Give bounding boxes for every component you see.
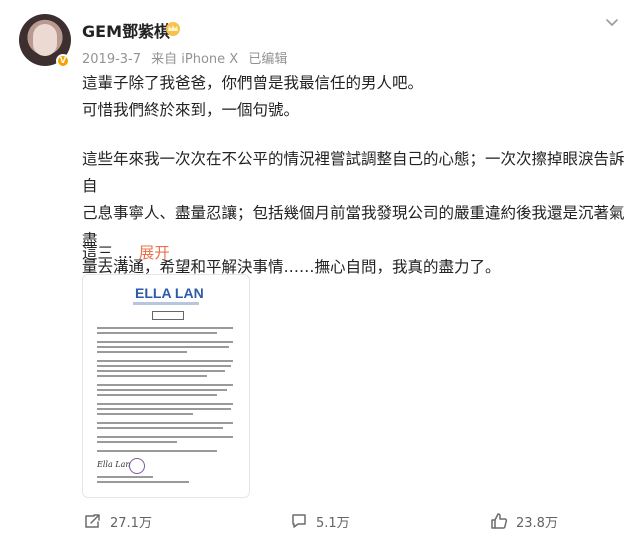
document-text-line: [97, 476, 153, 478]
document-text-line: [97, 389, 227, 391]
post-paragraph-3: 這三 ... 展开: [82, 240, 627, 267]
post-line: 可惜我們終於來到，一個句號。: [82, 101, 300, 119]
comment-icon: [292, 514, 306, 528]
document-text-line: [97, 327, 233, 329]
verified-badge-icon: V: [56, 54, 70, 68]
comment-count: 5.1万: [316, 515, 350, 531]
document-text-line: [97, 413, 193, 415]
post-date[interactable]: 2019-3-7: [82, 52, 141, 67]
document-text-line: [97, 351, 187, 353]
document-seal: [129, 458, 145, 474]
document-text-line: [97, 365, 231, 367]
document-text-line: [97, 422, 233, 424]
document-logo-subtitle: [133, 302, 199, 305]
document-text-line: [97, 436, 233, 438]
document-text-line: [97, 481, 189, 483]
post-source: 来自 iPhone X: [151, 52, 239, 67]
document-text-line: [97, 341, 233, 343]
document-text-line: [97, 384, 233, 386]
post-line: 這些年來我一次次在不公平的情況裡嘗試調整自己的心態；一次次擦掉眼淚告訴自: [82, 150, 625, 195]
document-text-line: [97, 332, 217, 334]
post-meta: 2019-3-7 来自 iPhone X 已编辑: [82, 48, 293, 67]
like-count: 23.8万: [516, 515, 558, 531]
post-edited[interactable]: 已编辑: [248, 52, 287, 67]
thumb-up-icon: [491, 513, 508, 529]
post-image-document[interactable]: ELLA LAN Ella Lan: [82, 274, 250, 498]
document-text-line: [97, 408, 231, 410]
document-text-line: [97, 360, 233, 362]
document-text-line: [97, 375, 207, 377]
document-text-line: [97, 450, 217, 452]
post-actions: 27.1万 5.1万 23.8万: [0, 510, 642, 539]
repost-count: 27.1万: [110, 515, 152, 531]
document-text-line: [97, 346, 229, 348]
document-text-line: [97, 370, 225, 372]
document-heading: [152, 311, 184, 320]
document-text-line: [97, 427, 223, 429]
username[interactable]: GEM鄧紫棋: [82, 18, 170, 42]
avatar-face: [33, 24, 57, 56]
post-line: 這三 ...: [82, 244, 133, 262]
document-text-line: [97, 394, 217, 396]
share-icon: [85, 514, 100, 528]
post-paragraph-1: 這輩子除了我爸爸，你們曾是我最信任的男人吧。 可惜我們終於來到，一個句號。: [82, 70, 627, 124]
crown-icon: [166, 22, 180, 36]
comment-button[interactable]: 5.1万: [290, 510, 350, 532]
document-text-line: [97, 403, 233, 405]
chevron-down-icon[interactable]: [604, 14, 620, 30]
repost-button[interactable]: 27.1万: [84, 510, 152, 532]
weibo-post-card: V GEM鄧紫棋 2019-3-7 来自 iPhone X 已编辑 這輩子除了我…: [0, 0, 642, 539]
post-line: 這輩子除了我爸爸，你們曾是我最信任的男人吧。: [82, 74, 424, 92]
document-logo: ELLA LAN: [135, 285, 204, 301]
document-signature: Ella Lan: [97, 460, 131, 469]
like-button[interactable]: 23.8万: [490, 510, 558, 532]
document-text-line: [97, 441, 177, 443]
expand-link[interactable]: 展开: [139, 244, 170, 262]
